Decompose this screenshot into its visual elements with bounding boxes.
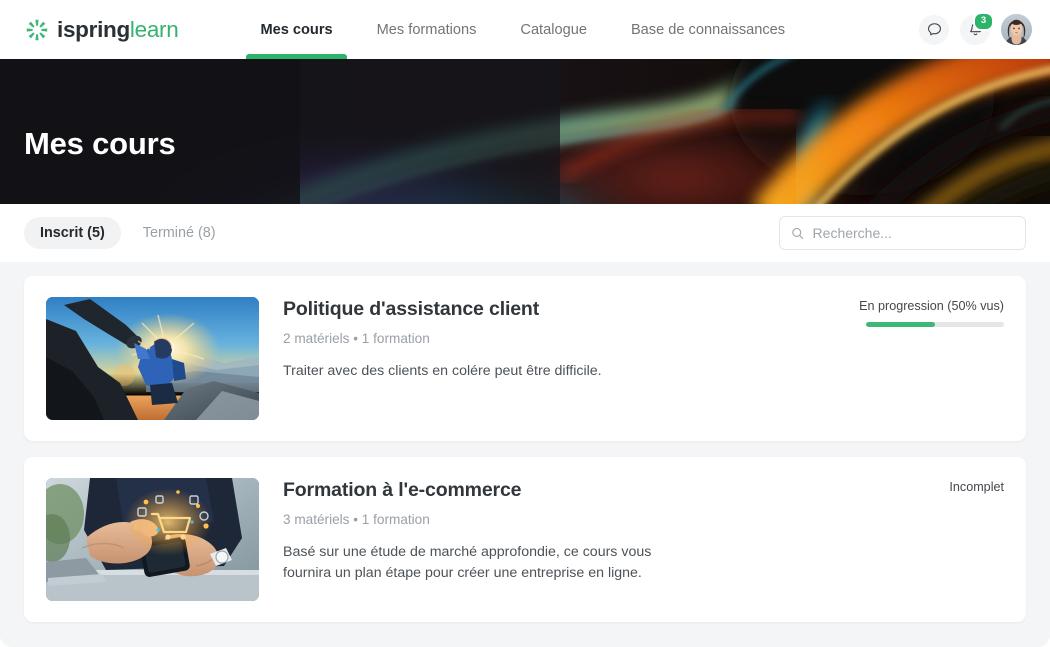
course-meta: 3 matériels • 1 formation	[283, 512, 830, 527]
course-status: Incomplet	[854, 478, 1004, 601]
tab-label: Inscrit (5)	[40, 225, 105, 241]
ispring-sunburst-icon	[24, 17, 50, 43]
app-window: ispringlearn Mes cours Mes formations Ca…	[0, 0, 1050, 647]
brand-name-secondary: learn	[130, 17, 179, 42]
nav-item-label: Mes cours	[260, 22, 332, 38]
course-meta: 2 matériels • 1 formation	[283, 331, 830, 346]
course-card[interactable]: Formation à l'e-commerce 3 matériels • 1…	[24, 457, 1026, 622]
nav-item-label: Mes formations	[377, 22, 477, 38]
nav-item-base-de-connaissances[interactable]: Base de connaissances	[609, 0, 807, 59]
nav-item-label: Base de connaissances	[631, 22, 785, 38]
course-title: Politique d'assistance client	[283, 298, 830, 321]
mountain-sunrise-helping-hand-image	[46, 297, 259, 420]
filter-bar: Inscrit (5) Terminé (8)	[0, 204, 1050, 262]
user-avatar-image	[1001, 14, 1032, 45]
top-navigation-bar: ispringlearn Mes cours Mes formations Ca…	[0, 0, 1050, 59]
hero-banner: Mes cours	[0, 59, 1050, 204]
brand-name-primary: ispring	[57, 17, 130, 42]
search-icon	[791, 226, 805, 241]
brand-logo[interactable]: ispringlearn	[24, 17, 178, 43]
course-description: Basé sur une étude de marché approfondie…	[283, 542, 683, 583]
course-thumbnail	[46, 478, 259, 601]
main-nav: Mes cours Mes formations Catalogue Base …	[238, 0, 807, 59]
nav-item-mes-cours[interactable]: Mes cours	[238, 0, 354, 59]
nav-item-catalogue[interactable]: Catalogue	[498, 0, 609, 59]
course-status-tabs: Inscrit (5) Terminé (8)	[24, 217, 232, 249]
progress-bar	[866, 322, 1004, 327]
page-title: Mes cours	[24, 126, 176, 162]
course-thumbnail	[46, 297, 259, 420]
status-badge: Incomplet	[854, 480, 1004, 494]
status-badge: En progression (50% vus)	[854, 299, 1004, 313]
brand-wordmark: ispringlearn	[57, 17, 178, 43]
search-input[interactable]	[813, 225, 1014, 241]
tab-termine[interactable]: Terminé (8)	[127, 217, 232, 249]
topbar-actions: 3	[919, 14, 1032, 45]
course-info: Formation à l'e-commerce 3 matériels • 1…	[283, 478, 830, 601]
course-status: En progression (50% vus)	[854, 297, 1004, 420]
nav-item-mes-formations[interactable]: Mes formations	[355, 0, 499, 59]
chat-button[interactable]	[919, 15, 949, 45]
course-description: Traiter avec des clients en colére peut …	[283, 361, 683, 382]
course-list: Politique d'assistance client 2 matériel…	[0, 262, 1050, 647]
tab-inscrit[interactable]: Inscrit (5)	[24, 217, 121, 249]
course-card[interactable]: Politique d'assistance client 2 matériel…	[24, 276, 1026, 441]
chat-bubble-icon	[926, 21, 943, 38]
progress-bar-fill	[866, 322, 935, 327]
tab-label: Terminé (8)	[143, 225, 216, 241]
notification-badge: 3	[973, 12, 994, 31]
notifications-button[interactable]: 3	[960, 15, 990, 45]
hands-smartphone-shopping-cart-image	[46, 478, 259, 601]
avatar[interactable]	[1001, 14, 1032, 45]
course-title: Formation à l'e-commerce	[283, 479, 830, 502]
search-box[interactable]	[779, 216, 1026, 250]
course-info: Politique d'assistance client 2 matériel…	[283, 297, 830, 420]
nav-item-label: Catalogue	[520, 22, 587, 38]
